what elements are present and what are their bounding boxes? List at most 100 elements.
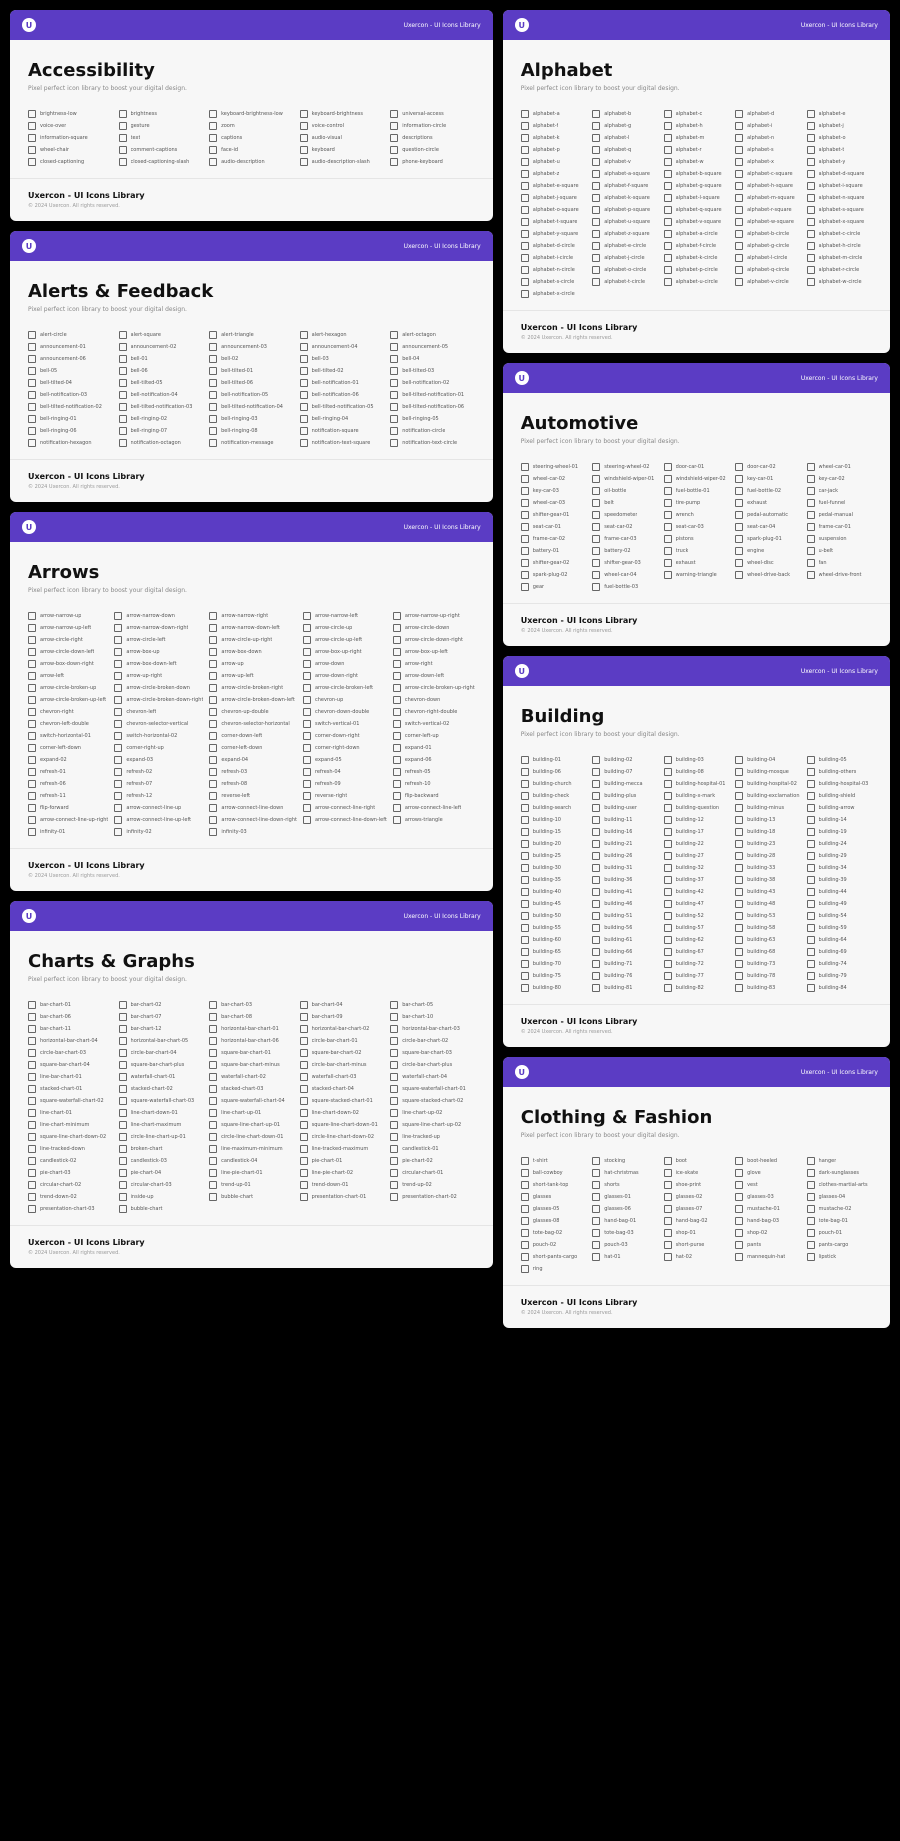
icon-item[interactable]: bell-ringing-08 [209,427,294,435]
icon-item[interactable]: square-line-chart-up-01 [209,1121,294,1129]
icon-item[interactable]: speedometer [592,511,657,519]
icon-item[interactable]: glasses-03 [735,1193,800,1201]
icon-item[interactable]: alphabet-q-circle [735,266,800,274]
icon-item[interactable]: waterfall-chart-01 [119,1073,204,1081]
icon-item[interactable]: mustache-01 [735,1205,800,1213]
icon-item[interactable]: spark-plug-02 [521,571,586,579]
icon-item[interactable]: door-car-02 [735,463,800,471]
icon-item[interactable]: chevron-up [303,696,387,704]
icon-item[interactable]: trend-down-02 [28,1193,113,1201]
icon-item[interactable]: reverse-left [209,792,297,800]
icon-item[interactable]: arrow-connect-line-left [393,804,475,812]
icon-item[interactable]: bar-chart-10 [390,1013,475,1021]
icon-item[interactable]: building-11 [592,816,657,824]
icon-item[interactable]: square-line-chart-down-01 [300,1121,385,1129]
icon-item[interactable]: building-search [521,804,586,812]
icon-item[interactable]: building-42 [664,888,729,896]
icon-item[interactable]: refresh-08 [209,780,297,788]
icon-item[interactable]: building-hospital-03 [807,780,872,788]
icon-item[interactable]: line-chart-down-01 [119,1109,204,1117]
icon-item[interactable]: square-stacked-chart-01 [300,1097,385,1105]
icon-item[interactable]: building-minus [735,804,800,812]
icon-item[interactable]: arrow-connect-line-down-left [303,816,387,824]
icon-item[interactable]: alphabet-o-square [521,206,586,214]
icon-item[interactable]: square-line-chart-up-02 [390,1121,475,1129]
icon-item[interactable]: frame-car-03 [592,535,657,543]
icon-item[interactable]: building-78 [735,972,800,980]
icon-item[interactable]: trend-down-01 [300,1181,385,1189]
icon-item[interactable]: candlestick-01 [390,1145,475,1153]
icon-item[interactable]: fuel-bottle-01 [664,487,729,495]
icon-item[interactable]: building-church [521,780,586,788]
icon-item[interactable]: suspension [807,535,872,543]
icon-item[interactable]: pouch-03 [592,1241,657,1249]
icon-item[interactable]: horizontal-bar-chart-01 [209,1025,294,1033]
icon-item[interactable]: inside-up [119,1193,204,1201]
icon-item[interactable]: alphabet-u-square [592,218,657,226]
icon-item[interactable]: pants [735,1241,800,1249]
icon-item[interactable]: horizontal-bar-chart-03 [390,1025,475,1033]
icon-item[interactable]: arrow-connect-line-down [209,804,297,812]
icon-item[interactable]: alphabet-d [735,110,800,118]
icon-item[interactable]: building-57 [664,924,729,932]
icon-item[interactable]: descriptions [390,134,475,142]
icon-item[interactable]: comment-captions [119,146,204,154]
icon-item[interactable]: alphabet-d-square [807,170,872,178]
icon-item[interactable]: building-arrow [807,804,872,812]
icon-item[interactable]: engine [735,547,800,555]
icon-item[interactable]: frame-car-02 [521,535,586,543]
icon-item[interactable]: chevron-selector-vertical [114,720,203,728]
icon-item[interactable]: line-bar-chart-01 [28,1073,113,1081]
icon-item[interactable]: arrow-circle-broken-left [303,684,387,692]
icon-item[interactable]: hand-bag-02 [664,1217,729,1225]
icon-item[interactable]: bar-chart-03 [209,1001,294,1009]
icon-item[interactable]: shifter-gear-03 [592,559,657,567]
icon-item[interactable]: arrow-circle-down-right [393,636,475,644]
icon-item[interactable]: bell-ringing-01 [28,415,113,423]
icon-item[interactable]: bell-tilted-notification-05 [300,403,385,411]
icon-item[interactable]: building-25 [521,852,586,860]
icon-item[interactable]: alphabet-l-circle [735,254,800,262]
icon-item[interactable]: hanger [807,1157,872,1165]
icon-item[interactable]: building-10 [521,816,586,824]
icon-item[interactable]: alphabet-n-square [807,194,872,202]
icon-item[interactable]: alphabet-c [664,110,729,118]
icon-item[interactable]: building-39 [807,876,872,884]
icon-item[interactable]: vest [735,1181,800,1189]
icon-item[interactable]: notification-hexagon [28,439,113,447]
icon-item[interactable]: alphabet-r [664,146,729,154]
icon-item[interactable]: pie-chart-01 [300,1157,385,1165]
icon-item[interactable]: alphabet-a [521,110,586,118]
icon-item[interactable]: arrow-box-up-left [393,648,475,656]
icon-item[interactable]: chevron-down [393,696,475,704]
icon-item[interactable]: building-03 [664,756,729,764]
icon-item[interactable]: building-35 [521,876,586,884]
icon-item[interactable]: wheel-drive-back [735,571,800,579]
icon-item[interactable]: seat-car-01 [521,523,586,531]
icon-item[interactable]: closed-captioning [28,158,113,166]
icon-item[interactable]: bell-tilted-01 [209,367,294,375]
icon-item[interactable]: bell-tilted-03 [390,367,475,375]
icon-item[interactable]: alphabet-w-square [735,218,800,226]
icon-item[interactable]: circle-bar-chart-02 [390,1037,475,1045]
icon-item[interactable]: dark-sunglasses [807,1169,872,1177]
icon-item[interactable]: building-30 [521,864,586,872]
icon-item[interactable]: waterfall-chart-04 [390,1073,475,1081]
icon-item[interactable]: bell-tilted-02 [300,367,385,375]
icon-item[interactable]: short-tank-top [521,1181,586,1189]
icon-item[interactable]: arrow-narrow-down-left [209,624,297,632]
icon-item[interactable]: arrow-circle-broken-up [28,684,108,692]
icon-item[interactable]: line-pie-chart-02 [300,1169,385,1177]
icon-item[interactable]: wheel-car-02 [521,475,586,483]
icon-item[interactable]: glasses-08 [521,1217,586,1225]
icon-item[interactable]: lipstick [807,1253,872,1261]
icon-item[interactable]: alphabet-w [664,158,729,166]
icon-item[interactable]: alphabet-v-square [664,218,729,226]
icon-item[interactable]: warning-triangle [664,571,729,579]
icon-item[interactable]: refresh-01 [28,768,108,776]
icon-item[interactable]: arrow-narrow-left [303,612,387,620]
icon-item[interactable]: arrow-circle-up-left [303,636,387,644]
icon-item[interactable]: building-49 [807,900,872,908]
icon-item[interactable]: refresh-09 [303,780,387,788]
icon-item[interactable]: alphabet-k-circle [664,254,729,262]
